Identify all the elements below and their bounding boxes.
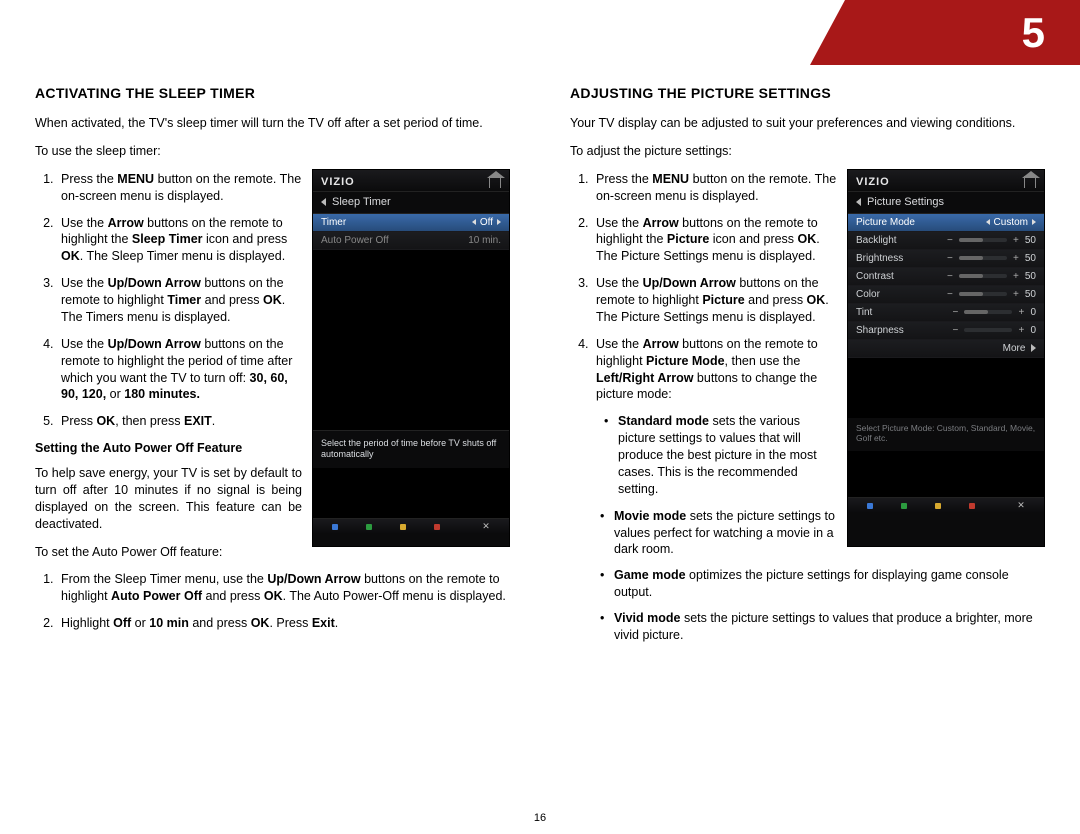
chapter-number: 5 <box>1022 9 1045 57</box>
tv-footer: ✕ <box>313 518 509 534</box>
lead-text: To use the sleep timer: <box>35 143 510 160</box>
back-arrow-icon <box>321 198 326 206</box>
lead-text: To adjust the picture settings: <box>570 143 1045 160</box>
tv-breadcrumb: Picture Settings <box>848 192 1044 214</box>
chevron-right-icon <box>1032 219 1036 225</box>
tv-row-backlight: Backlight −+50 <box>848 232 1044 250</box>
footer-dot-blue-icon <box>332 524 338 530</box>
footer-dot-yellow-icon <box>400 524 406 530</box>
modes-list-cont: Movie mode sets the picture settings to … <box>570 508 1045 644</box>
crumb-label: Picture Settings <box>867 196 944 208</box>
heading-sleep-timer: ACTIVATING THE SLEEP TIMER <box>35 85 510 101</box>
row-label: Contrast <box>856 271 894 282</box>
row-value: 10 min. <box>468 235 501 246</box>
close-icon: ✕ <box>482 521 490 532</box>
left-column: ACTIVATING THE SLEEP TIMER When activate… <box>35 85 510 653</box>
row-label: Picture Mode <box>856 217 915 228</box>
intro-text: Your TV display can be adjusted to suit … <box>570 115 1045 132</box>
back-arrow-icon <box>856 198 861 206</box>
tv-row-timer: Timer Off <box>313 214 509 232</box>
list-item: From the Sleep Timer menu, use the Up/Do… <box>57 571 510 605</box>
chevron-right-icon <box>497 219 501 225</box>
tv-row-sharpness: Sharpness −+0 <box>848 322 1044 340</box>
list-item: Game mode optimizes the picture settings… <box>614 567 1045 601</box>
row-value: 50 <box>1025 271 1036 282</box>
chevron-left-icon <box>472 219 476 225</box>
row-value: 0 <box>1030 325 1036 336</box>
sub-steps-list: From the Sleep Timer menu, use the Up/Do… <box>35 571 510 632</box>
sleep-timer-screenshot: VIZIO Sleep Timer Timer Off Auto Power O… <box>312 169 510 547</box>
chapter-tab: 5 <box>810 0 1080 65</box>
tv-breadcrumb: Sleep Timer <box>313 192 509 214</box>
tv-row-color: Color −+50 <box>848 286 1044 304</box>
home-icon <box>1024 176 1036 188</box>
right-column: ADJUSTING THE PICTURE SETTINGS Your TV d… <box>570 85 1045 653</box>
row-value: 50 <box>1025 289 1036 300</box>
footer-dot-red-icon <box>434 524 440 530</box>
tv-row-tint: Tint −+0 <box>848 304 1044 322</box>
list-item: Vivid mode sets the picture settings to … <box>614 610 1045 644</box>
list-item: Standard mode sets the various picture s… <box>618 413 1045 497</box>
chevron-right-icon <box>1031 344 1036 352</box>
row-label: Color <box>856 289 880 300</box>
heading-picture-settings: ADJUSTING THE PICTURE SETTINGS <box>570 85 1045 101</box>
list-item: Movie mode sets the picture settings to … <box>614 508 1045 559</box>
chevron-left-icon <box>986 219 990 225</box>
row-value: Custom <box>994 217 1028 228</box>
tv-help-text: Select the period of time before TV shut… <box>313 430 509 468</box>
row-label: Backlight <box>856 235 897 246</box>
tv-row-contrast: Contrast −+50 <box>848 268 1044 286</box>
row-value: 50 <box>1025 253 1036 264</box>
row-label: Timer <box>321 217 346 228</box>
crumb-label: Sleep Timer <box>332 196 391 208</box>
row-label: Sharpness <box>856 325 904 336</box>
tv-row-picture-mode: Picture Mode Custom <box>848 214 1044 232</box>
tv-brand: VIZIO <box>321 176 355 188</box>
tv-row-brightness: Brightness −+50 <box>848 250 1044 268</box>
more-label: More <box>1003 343 1026 354</box>
list-item: Highlight Off or 10 min and press OK. Pr… <box>57 615 510 632</box>
row-label: Tint <box>856 307 872 318</box>
page-number: 16 <box>0 812 1080 824</box>
row-value: Off <box>480 217 493 228</box>
row-value: 0 <box>1030 307 1036 318</box>
tv-row-more: More <box>848 340 1044 358</box>
row-label: Brightness <box>856 253 903 264</box>
tv-row-autopoweroff: Auto Power Off 10 min. <box>313 232 509 250</box>
footer-dot-green-icon <box>366 524 372 530</box>
modes-list: Standard mode sets the various picture s… <box>596 413 1045 497</box>
tv-brand: VIZIO <box>856 176 890 188</box>
row-label: Auto Power Off <box>321 235 389 246</box>
home-icon <box>489 176 501 188</box>
row-value: 50 <box>1025 235 1036 246</box>
intro-text: When activated, the TV's sleep timer wil… <box>35 115 510 132</box>
